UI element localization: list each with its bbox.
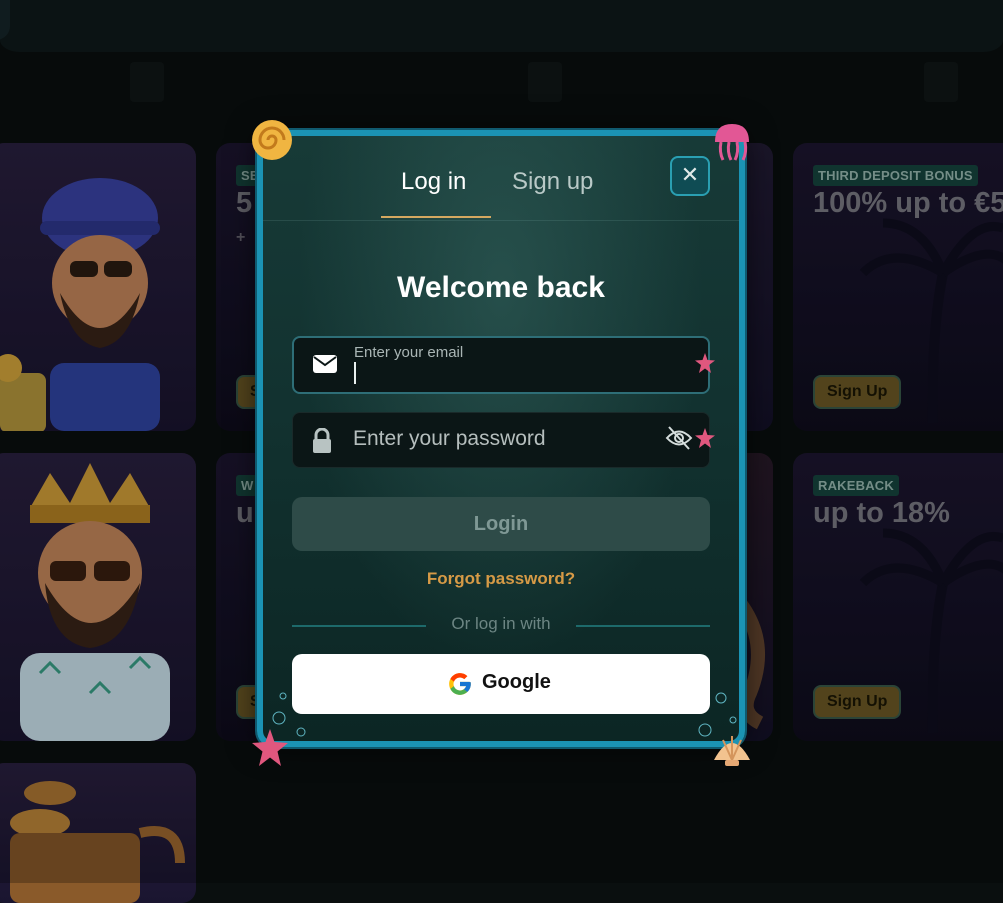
- login-modal: Log in Sign up ✕ Welcome back Enter your…: [257, 130, 745, 747]
- eye-off-icon[interactable]: [665, 425, 693, 451]
- starfish-icon: [252, 729, 288, 766]
- password-field[interactable]: Enter your password: [292, 412, 710, 468]
- modal-tabs: Log in Sign up ✕: [263, 136, 739, 221]
- mail-icon: [313, 355, 337, 373]
- google-login-button[interactable]: Google: [292, 654, 710, 714]
- clam-shell-icon: [714, 736, 750, 766]
- email-field[interactable]: Enter your email: [292, 336, 710, 394]
- password-placeholder: Enter your password: [353, 427, 546, 450]
- starfish-icon: [695, 353, 715, 373]
- google-button-label: Google: [482, 671, 551, 693]
- modal-title: Welcome back: [397, 271, 605, 304]
- lock-icon: [313, 428, 331, 453]
- active-tab-indicator: [381, 216, 491, 218]
- tab-log-in[interactable]: Log in: [401, 168, 466, 196]
- tab-sign-up[interactable]: Sign up: [512, 168, 593, 196]
- divider-text: Or log in with: [451, 614, 551, 633]
- login-button[interactable]: Login: [292, 497, 710, 551]
- jellyfish-icon: [715, 124, 749, 161]
- forgot-password-link[interactable]: Forgot password?: [263, 569, 739, 589]
- starfish-icon: [695, 428, 715, 448]
- text-caret: [354, 362, 356, 384]
- email-label: Enter your email: [354, 344, 464, 361]
- close-icon: ✕: [680, 163, 700, 188]
- close-button[interactable]: ✕: [670, 156, 710, 196]
- seashell-icon: [252, 120, 292, 160]
- google-icon: [449, 673, 471, 695]
- social-divider: Or log in with: [292, 614, 710, 636]
